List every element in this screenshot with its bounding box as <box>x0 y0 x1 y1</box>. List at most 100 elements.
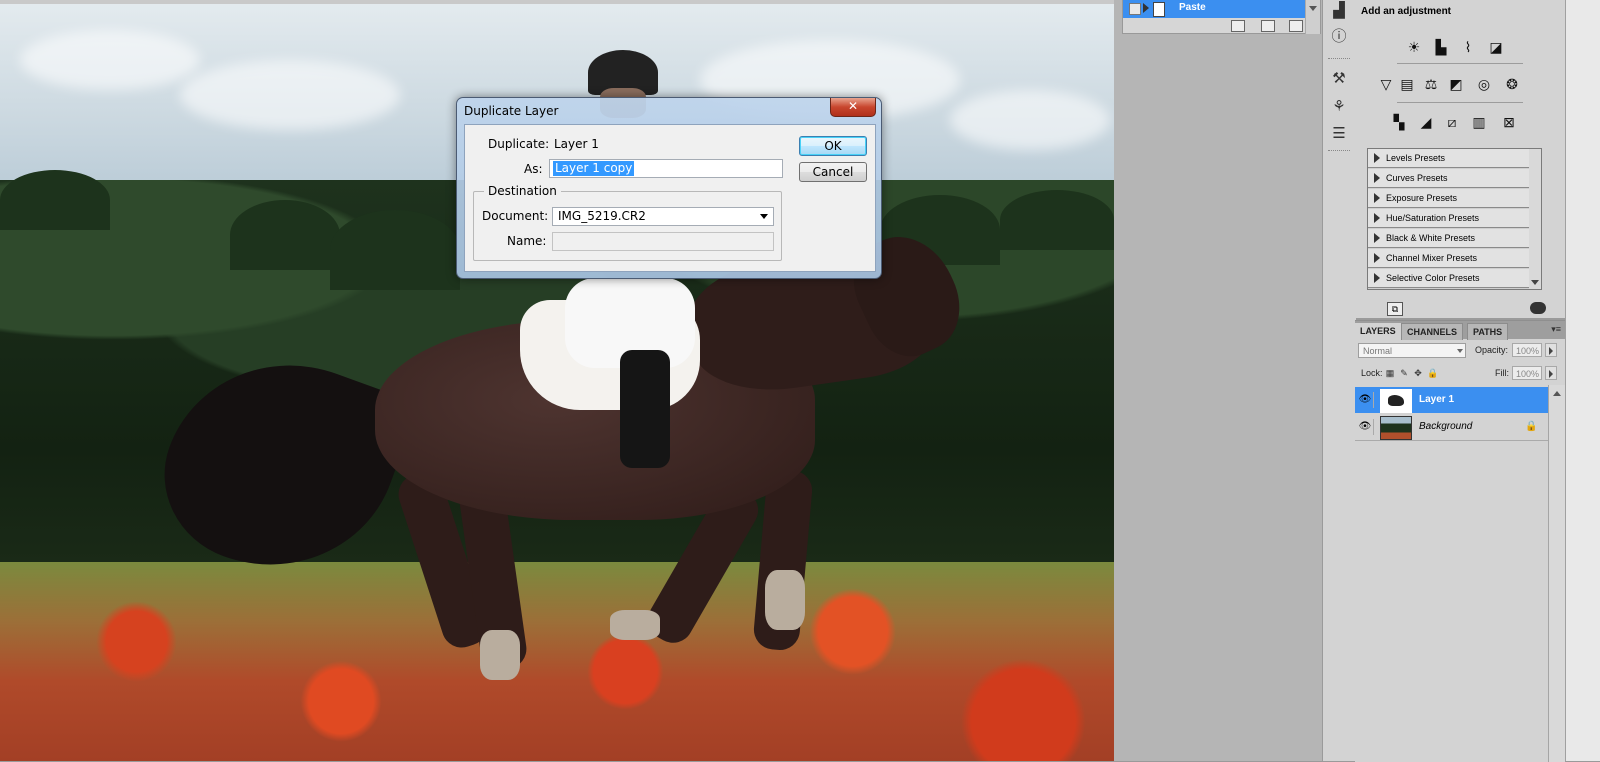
gradient-map-icon[interactable]: ▥ <box>1469 113 1489 131</box>
layer-row[interactable]: 👁 Background 🔒 <box>1355 414 1548 441</box>
lock-all-icon[interactable]: 🔒 <box>1427 368 1438 378</box>
layer-name: Background <box>1419 421 1473 432</box>
exposure-icon[interactable]: ◪ <box>1486 38 1506 56</box>
preset-item[interactable]: Selective Color Presets <box>1368 269 1530 288</box>
selective-color-icon[interactable]: ⊠ <box>1499 113 1519 131</box>
curves-icon[interactable]: ⌇ <box>1458 38 1478 56</box>
tool-presets-icon[interactable]: ☰ <box>1329 125 1349 143</box>
adjustments-header: Add an adjustment <box>1361 6 1452 17</box>
preset-item[interactable]: Exposure Presets <box>1368 189 1530 208</box>
preset-label: Curves Presets <box>1386 173 1448 183</box>
tab-channels[interactable]: CHANNELS <box>1401 323 1464 340</box>
lock-transparent-icon[interactable]: ▦ <box>1385 368 1395 378</box>
horse-thumbnail-icon <box>1388 395 1404 406</box>
history-item[interactable]: Paste <box>1123 0 1305 18</box>
layer-row[interactable]: 👁 Layer 1 <box>1355 387 1548 413</box>
expand-triangle-icon <box>1374 213 1380 223</box>
hue-saturation-icon[interactable]: ▤ <box>1397 75 1417 93</box>
new-snapshot-icon[interactable] <box>1261 20 1275 32</box>
fill-field[interactable]: 100% <box>1512 366 1542 380</box>
presets-scrollbar[interactable] <box>1529 148 1542 290</box>
history-scrollbar[interactable] <box>1305 0 1320 34</box>
tree-crown <box>0 170 110 230</box>
lock-position-icon[interactable]: ✥ <box>1413 368 1423 378</box>
horse-hoof <box>480 630 520 680</box>
black-white-icon[interactable]: ◩ <box>1446 75 1466 93</box>
panel-menu-icon[interactable]: ▾≡ <box>1551 324 1561 335</box>
tree-crown <box>230 200 340 270</box>
layer-name: Layer 1 <box>1419 394 1455 405</box>
histogram-icon[interactable]: ▟ <box>1329 2 1349 20</box>
close-button[interactable]: ✕ <box>830 98 876 117</box>
name-input[interactable] <box>552 232 774 251</box>
posterize-icon[interactable]: ◢ <box>1416 113 1436 131</box>
preset-label: Black & White Presets <box>1386 233 1476 243</box>
dialog-title: Duplicate Layer <box>464 104 559 118</box>
fill-slider-button[interactable] <box>1545 366 1557 380</box>
dialog-body: Duplicate: Layer 1 As: Layer 1 copy OK C… <box>464 124 876 272</box>
eye-icon[interactable]: 👁 <box>1357 392 1374 408</box>
brush-presets-icon[interactable]: ⚒ <box>1329 70 1349 88</box>
blend-mode-select[interactable]: Normal <box>1358 343 1466 358</box>
channel-mixer-icon[interactable]: ❂ <box>1502 75 1522 93</box>
tab-layers[interactable]: LAYERS <box>1355 323 1401 339</box>
chevron-down-icon <box>1531 280 1539 285</box>
ok-button[interactable]: OK <box>799 136 867 156</box>
tree-crown <box>330 210 460 290</box>
trash-icon[interactable] <box>1289 20 1303 32</box>
chevron-right-icon <box>1549 370 1553 378</box>
cloud <box>950 90 1110 150</box>
as-input[interactable]: Layer 1 copy <box>549 159 783 178</box>
opacity-field[interactable]: 100% <box>1512 343 1542 357</box>
tree-crown <box>1000 190 1114 250</box>
info-icon[interactable]: ⓘ <box>1329 28 1349 46</box>
duplicate-value: Layer 1 <box>554 137 599 151</box>
expand-triangle-icon <box>1374 253 1380 263</box>
new-document-from-state-icon[interactable] <box>1231 20 1245 32</box>
as-input-value: Layer 1 copy <box>553 161 635 176</box>
adjustments-separator <box>1397 63 1523 64</box>
preset-label: Hue/Saturation Presets <box>1386 213 1480 223</box>
color-balance-icon[interactable]: ⚖ <box>1421 75 1441 93</box>
duplicate-label: Duplicate: <box>488 137 550 151</box>
preset-label: Exposure Presets <box>1386 193 1458 203</box>
preset-item[interactable]: Levels Presets <box>1368 149 1530 168</box>
chevron-down-icon <box>760 214 768 219</box>
eye-icon[interactable]: 👁 <box>1357 419 1374 435</box>
clone-source-icon[interactable]: ⚘ <box>1329 98 1349 116</box>
preset-item[interactable]: Curves Presets <box>1368 169 1530 188</box>
preset-item[interactable]: Channel Mixer Presets <box>1368 249 1530 268</box>
history-snapshot-checkbox[interactable] <box>1129 3 1141 15</box>
tab-paths[interactable]: PATHS <box>1467 323 1509 340</box>
invert-icon[interactable]: ▚ <box>1389 113 1409 131</box>
expand-triangle-icon <box>1374 233 1380 243</box>
expand-triangle-icon <box>1374 193 1380 203</box>
poppy-field <box>0 562 1137 761</box>
preset-item[interactable]: Hue/Saturation Presets <box>1368 209 1530 228</box>
cloud <box>20 30 200 90</box>
layers-panel: LAYERS CHANNELS PATHS ▾≡ Normal Opacity:… <box>1355 320 1565 762</box>
name-label: Name: <box>507 234 547 248</box>
destination-legend: Destination <box>484 184 561 198</box>
lock-image-icon[interactable]: ✎ <box>1399 368 1409 378</box>
document-select-value: IMG_5219.CR2 <box>558 209 646 223</box>
dialog-titlebar[interactable]: Duplicate Layer ✕ <box>457 98 881 122</box>
chevron-down-icon <box>1457 349 1463 353</box>
expand-triangle-icon <box>1374 173 1380 183</box>
layers-scrollbar[interactable] <box>1548 385 1565 762</box>
dock-separator <box>1328 58 1350 61</box>
preset-label: Levels Presets <box>1386 153 1446 163</box>
brightness-contrast-icon[interactable]: ☀ <box>1404 38 1424 56</box>
photo-filter-icon[interactable]: ◎ <box>1474 75 1494 93</box>
toggle-visibility-icon[interactable] <box>1530 302 1546 314</box>
document-select[interactable]: IMG_5219.CR2 <box>552 207 774 226</box>
clip-to-layer-icon[interactable]: ⧉ <box>1387 302 1403 316</box>
levels-icon[interactable]: ▙ <box>1431 38 1451 56</box>
cancel-button[interactable]: Cancel <box>799 162 867 182</box>
document-icon <box>1153 2 1165 17</box>
preset-item[interactable]: Black & White Presets <box>1368 229 1530 248</box>
fill-label: Fill: <box>1495 368 1509 378</box>
vibrance-icon[interactable]: ▽ <box>1376 75 1396 93</box>
threshold-icon[interactable]: ⧄ <box>1442 113 1462 131</box>
opacity-slider-button[interactable] <box>1545 343 1557 357</box>
